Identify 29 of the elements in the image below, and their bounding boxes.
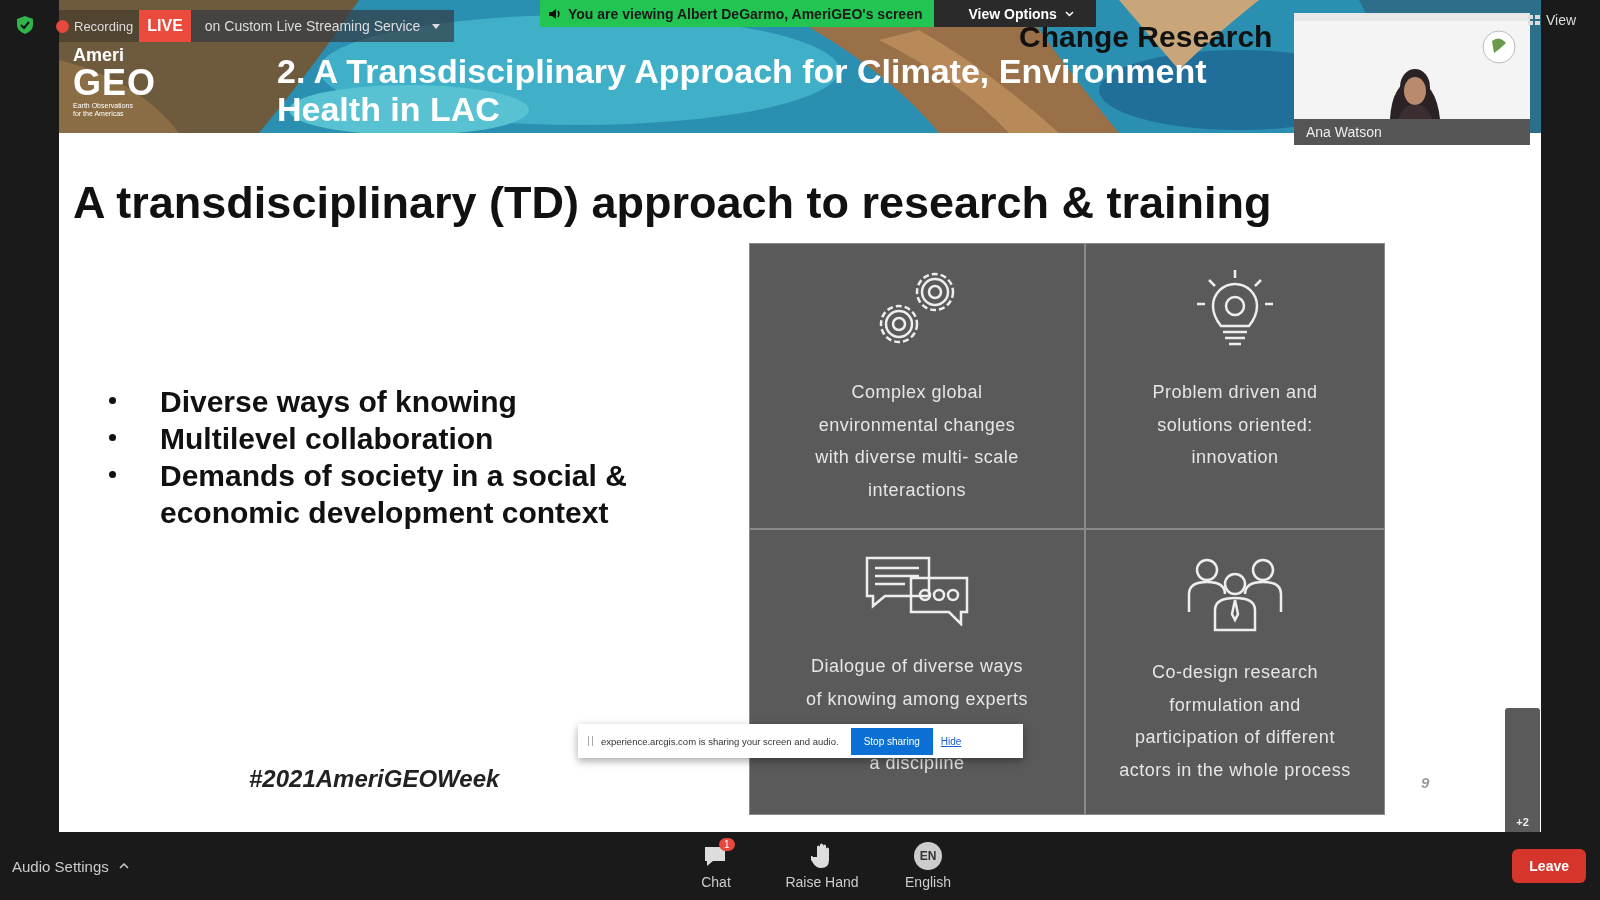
more-participants-tab[interactable]: +2 [1505, 708, 1540, 832]
page-number: 9 [1421, 774, 1430, 791]
bullet-text: Demands of society in a social & economic development context [160, 458, 628, 531]
stop-sharing-button[interactable]: Stop sharing [850, 727, 933, 755]
concept-text: Co-design research formulation and participation of different actors in the whole process [1119, 661, 1351, 782]
language-icon: EN [914, 842, 942, 870]
slide-title: A transdisciplinary (TD) approach to research & training [72, 176, 1273, 230]
hide-link[interactable]: Hide [940, 735, 962, 747]
audio-settings-button[interactable]: Audio Settings [12, 857, 672, 875]
toolbar-button[interactable]: EN English [884, 842, 972, 890]
bullet-dot-icon [109, 471, 116, 478]
bullet-text: Diverse ways of knowing [160, 384, 518, 420]
notification-text: experience.arcgis.com is sharing your screen and audio. [601, 735, 839, 747]
concept-text: Problem driven and solutions oriented: innovation [1151, 381, 1319, 469]
bullet-dot-icon [109, 397, 116, 404]
caret-icon [118, 863, 129, 869]
speech-bubbles-icon [863, 554, 971, 626]
leave-button[interactable]: Leave [1512, 849, 1586, 883]
concept-text: a discipline [868, 752, 966, 775]
hashtag: #2021AmeriGEOWeek [249, 765, 501, 793]
notification-badge: 1 [719, 838, 735, 851]
concept-text: Dialogue of diverse ways of knowing among experts [804, 655, 1030, 711]
concept-text: Complex global environmental changes with diverse multi- scale interactions [814, 381, 1020, 502]
drag-handle-icon[interactable] [588, 736, 593, 746]
toolbar-button[interactable]: Raise Hand [778, 842, 866, 890]
bullet-text: Multilevel collaboration [160, 421, 495, 457]
bullet-dot-icon [109, 434, 116, 441]
shield-icon [16, 15, 34, 35]
view-button[interactable]: View [1528, 12, 1577, 28]
